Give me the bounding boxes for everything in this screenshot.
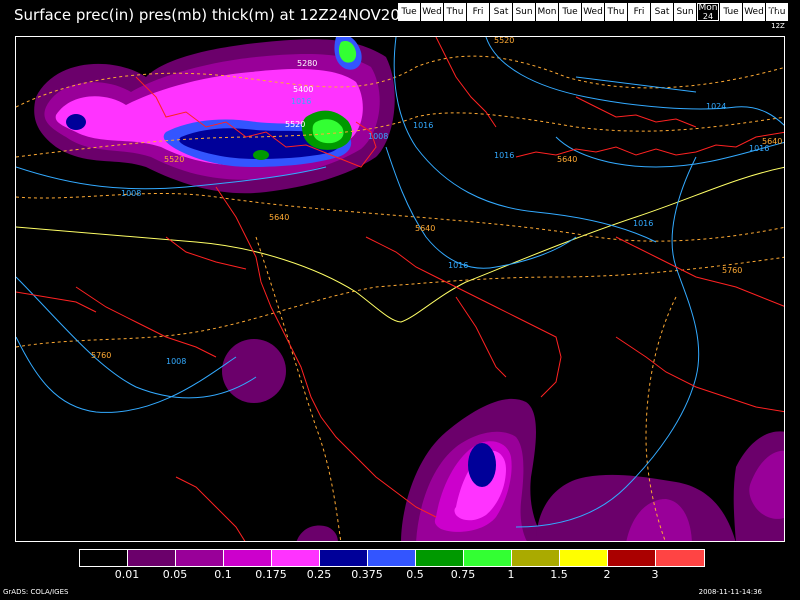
thickness-label: 5760 [91,351,111,360]
legend-swatch [560,550,608,566]
pressure-label: 1016 [448,261,468,270]
pressure-label: 1008 [368,132,388,141]
legend-label: 0.175 [255,568,287,581]
day-cell: Tue [559,3,581,21]
pressure-label: 1016 [494,151,514,160]
weather-map: 1008 1016 1016 1008 1016 1024 1016 1016 … [16,37,784,541]
footer-credit: GrADS: COLA/IGES [3,588,69,596]
legend-label: 1.5 [550,568,568,581]
legend-label: 0.375 [351,568,383,581]
day-cell: Wed [743,3,765,21]
legend-swatch [464,550,512,566]
footer-timestamp: 2008-11-11-14:36 [698,588,762,596]
legend-swatch [80,550,128,566]
legend-swatch [656,550,704,566]
thickness-label: 5640 [762,137,782,146]
legend-label: 0.25 [306,568,332,581]
precip-legend [79,549,705,567]
day-cell: Thu [605,3,627,21]
day-cell: Sun [674,3,696,21]
legend-labels: 0.01 0.05 0.1 0.175 0.25 0.375 0.5 0.75 1 1.5 2 3 [0,568,800,582]
legend-label: 0.05 [162,568,188,581]
legend-label: 0.1 [214,568,232,581]
day-cell: Wed [582,3,604,21]
legend-label: 0.01 [114,568,140,581]
legend-swatch [176,550,224,566]
map-frame: 1008 1016 1016 1008 1016 1024 1016 1016 … [15,36,785,542]
legend-swatch [512,550,560,566]
day-number: 24 [702,12,714,21]
day-cell: Sat [651,3,673,21]
legend-swatch [320,550,368,566]
day-cell: Sun [513,3,535,21]
precip-north [34,37,395,194]
thickness-label: 5640 [269,213,289,222]
legend-swatch [368,550,416,566]
day-cell: Tue [398,3,420,21]
legend-swatch [416,550,464,566]
thickness-label: 5280 [297,59,317,68]
pressure-label: 1016 [413,121,433,130]
pressure-label: 1024 [706,102,726,111]
legend-label: 0.5 [406,568,424,581]
day-cell: Mon 24 [697,3,719,21]
legend-label: 0.75 [450,568,476,581]
day-cell: Thu [444,3,466,21]
day-cell: Sat [490,3,512,21]
legend-swatch [224,550,272,566]
clock-label: 12Z [771,22,785,30]
legend-swatch [608,550,656,566]
day-cell: Fri [628,3,650,21]
pressure-label: 1008 [166,357,186,366]
precip-middle [222,339,286,403]
legend-label: 2 [603,568,611,581]
legend-swatch [128,550,176,566]
thickness-label: 5520 [285,120,305,129]
thickness-label: 5640 [557,155,577,164]
day-cell: Fri [467,3,489,21]
thickness-label: 5520 [494,37,514,45]
pressure-label: 1016 [291,97,311,106]
day-strip: Tue Wed Thu Fri Sat Sun Mon Tue Wed Thu Fri Sat Sun M… [398,3,789,21]
day-cell: Mon [536,3,558,21]
thickness-label: 5520 [164,155,184,164]
legend-label: 3 [651,568,659,581]
pressure-label: 1016 [633,219,653,228]
thickness-label: 5760 [722,266,742,275]
day-cell: Tue [720,3,742,21]
thickness-label: 5400 [293,85,313,94]
legend-label: 1 [507,568,515,581]
map-title: Surface prec(in) pres(mb) thick(m) at 12… [14,6,419,24]
thickness-label: 5640 [415,224,435,233]
day-cell: Wed [421,3,443,21]
legend-swatch [272,550,320,566]
pressure-label: 1008 [121,189,141,198]
